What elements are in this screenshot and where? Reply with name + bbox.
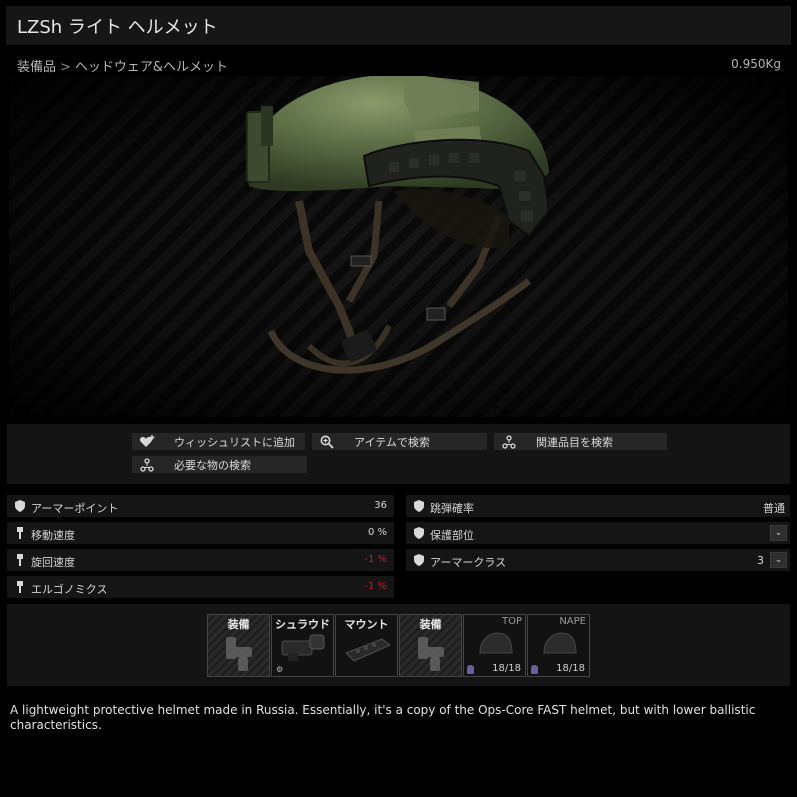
stat-turn-speed: 旋回速度 -1 % (7, 549, 394, 571)
armor-class-dropdown[interactable]: ⌄ (770, 552, 787, 568)
shield-icon (414, 554, 424, 566)
heart-plus-icon (132, 434, 162, 449)
find-required-items-button[interactable]: 必要な物の検索 (132, 456, 307, 473)
stat-value: -1 % (364, 554, 387, 565)
item-description: A lightweight protective helmet made in … (10, 703, 756, 732)
stat-value: 普通 (763, 502, 785, 515)
add-to-wishlist-button[interactable]: ウィッシュリストに追加 (132, 433, 305, 450)
breadcrumb-category[interactable]: 装備品 (17, 60, 56, 75)
stat-label: 保護部位 (430, 529, 474, 542)
shield-icon (414, 527, 424, 539)
boot-icon (17, 527, 23, 539)
stat-ricochet-chance: 跳弾確率 普通 (406, 495, 790, 517)
mount-placeholder-icon (226, 637, 252, 671)
armor-zone-label: NAPE (559, 616, 586, 627)
search-icon (312, 435, 342, 449)
slot-name: 装備 (419, 618, 442, 631)
nodes-icon (132, 457, 162, 472)
stat-ergonomics: エルゴノミクス -1 % (7, 576, 394, 598)
slot-equipment[interactable]: 装備 (399, 614, 462, 677)
find-related-items-button[interactable]: 関連品目を検索 (494, 433, 667, 450)
stat-armor-points: アーマーポイント 36 (7, 495, 394, 517)
stat-value: 3 (757, 554, 764, 567)
slot-name: シュラウド (275, 618, 330, 631)
slot-armor-nape[interactable]: NAPE 18/18 (527, 614, 590, 677)
shield-icon (15, 500, 25, 512)
item-title: LZSh ライト ヘルメット (17, 17, 218, 38)
shield-icon (414, 500, 424, 512)
stat-label: アーマーポイント (31, 502, 119, 515)
slot-name: マウント (344, 618, 389, 631)
stat-protected-areas: 保護部位 ⌄ (406, 522, 790, 544)
armor-durability: 18/18 (492, 663, 521, 674)
gear-icon: ⚙ (276, 665, 284, 674)
stat-value: -1 % (364, 581, 387, 592)
slot-equipment[interactable]: 装備 (207, 614, 270, 677)
helmet-nape-icon (543, 632, 577, 654)
helmet-image (246, 76, 551, 374)
protected-areas-dropdown[interactable]: ⌄ (770, 525, 787, 541)
slot-mount[interactable]: マウント (335, 614, 398, 677)
add-to-wishlist-label: ウィッシュリストに追加 (174, 435, 295, 449)
nodes-icon (494, 434, 524, 449)
search-by-item-label: アイテムで検索 (354, 435, 430, 449)
stat-label: 移動速度 (31, 529, 75, 542)
title-bar: LZSh ライト ヘルメット (6, 6, 791, 45)
armor-zone-label: TOP (501, 616, 522, 627)
chevron-down-icon: ⌄ (774, 528, 783, 538)
mount-placeholder-icon (418, 637, 444, 671)
stat-label: アーマークラス (430, 556, 507, 569)
item-preview (9, 76, 788, 417)
actions-panel: ウィッシュリストに追加 アイテムで検索 関連品目を検索 必要な物の検索 (7, 424, 790, 484)
find-related-items-label: 関連品目を検索 (536, 435, 613, 449)
stat-value: 0 % (367, 527, 387, 538)
boot-icon (17, 554, 23, 566)
slot-name: 装備 (227, 618, 250, 631)
helmet-top-icon (479, 632, 513, 654)
chevron-down-icon: ⌄ (774, 555, 783, 565)
find-required-items-label: 必要な物の検索 (174, 458, 251, 472)
stat-label: エルゴノミクス (31, 583, 108, 596)
stat-armor-class: アーマークラス 3 ⌄ (406, 549, 790, 571)
nvg-mount-icon (281, 634, 325, 661)
item-weight: 0.950Kg (731, 57, 781, 71)
stat-movement-speed: 移動速度 0 % (7, 522, 394, 544)
slot-armor-top[interactable]: TOP 18/18 (463, 614, 526, 677)
search-by-item-button[interactable]: アイテムで検索 (312, 433, 487, 450)
breadcrumb-subcategory[interactable]: ヘッドウェア&ヘルメット (75, 60, 228, 75)
boot-icon (17, 581, 23, 593)
armor-plate-icon (531, 665, 538, 674)
rail-mount-icon (345, 638, 391, 662)
breadcrumb-separator: > (60, 60, 71, 75)
stat-value: 36 (374, 500, 387, 511)
stat-label: 旋回速度 (31, 556, 75, 569)
armor-durability: 18/18 (556, 663, 585, 674)
slot-shroud[interactable]: シュラウド ⚙ (271, 614, 334, 677)
armor-plate-icon (467, 665, 474, 674)
breadcrumb: 装備品 > ヘッドウェア&ヘルメット (17, 56, 228, 75)
stat-label: 跳弾確率 (430, 502, 474, 515)
